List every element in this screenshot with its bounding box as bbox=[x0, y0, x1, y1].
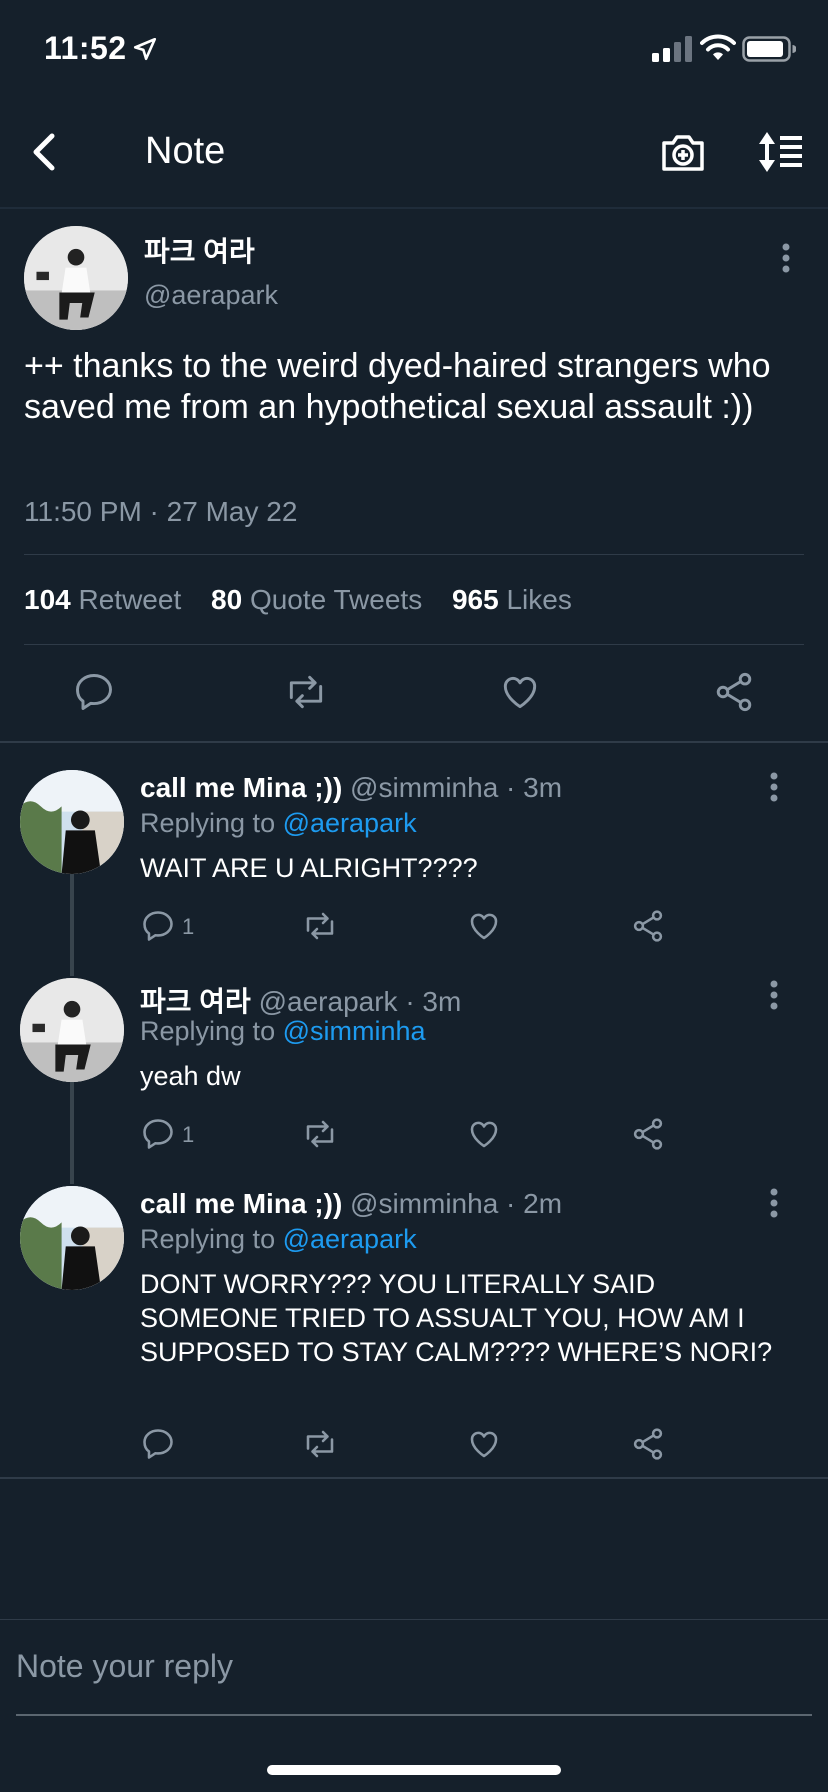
sort-icon[interactable] bbox=[756, 130, 804, 174]
reply-icon[interactable] bbox=[140, 1426, 176, 1462]
replying-to-link[interactable]: @aerapark bbox=[283, 1224, 417, 1254]
replying-to: Replying to @aerapark bbox=[140, 1224, 417, 1255]
reply-author-line: call me Mina ;)) @simminha · 2m bbox=[140, 1188, 562, 1220]
tweet-text: ++ thanks to the weird dyed-haired stran… bbox=[24, 347, 771, 426]
quote-label[interactable]: Quote Tweets bbox=[250, 584, 422, 615]
tweet-stats: 104 Retweet 80 Quote Tweets 965 Likes bbox=[24, 584, 572, 616]
retweet-label[interactable]: Retweet bbox=[79, 584, 182, 615]
retweet-icon[interactable] bbox=[302, 908, 338, 944]
battery-icon bbox=[742, 36, 796, 62]
retweet-icon[interactable] bbox=[302, 1116, 338, 1152]
replying-to-link[interactable]: @aerapark bbox=[283, 808, 417, 838]
reply-icon[interactable] bbox=[72, 670, 116, 714]
like-icon[interactable] bbox=[498, 670, 542, 714]
page-title: Note bbox=[145, 130, 226, 172]
thread-line bbox=[70, 872, 74, 976]
like-count[interactable]: 965 bbox=[452, 584, 499, 615]
divider bbox=[0, 1619, 828, 1620]
reply-input[interactable]: Note your reply bbox=[16, 1648, 233, 1685]
profile-photo-icon bbox=[20, 770, 124, 874]
reply-text: DONT WORRY??? YOU LITERALLY SAID SOMEONE… bbox=[140, 1269, 773, 1367]
like-icon[interactable] bbox=[466, 1426, 502, 1462]
share-icon[interactable] bbox=[712, 670, 756, 714]
quote-count[interactable]: 80 bbox=[211, 584, 242, 615]
camera-plus-icon[interactable] bbox=[660, 130, 706, 174]
more-options-icon[interactable] bbox=[780, 243, 792, 273]
share-icon[interactable] bbox=[630, 908, 666, 944]
replying-to-link[interactable]: @simminha bbox=[283, 1016, 426, 1046]
more-options-icon[interactable] bbox=[768, 980, 780, 1010]
wifi-icon bbox=[700, 34, 736, 60]
divider bbox=[24, 644, 804, 645]
share-icon[interactable] bbox=[630, 1426, 666, 1462]
share-icon[interactable] bbox=[630, 1116, 666, 1152]
signal-icon bbox=[652, 36, 692, 62]
reply-author-name[interactable]: call me Mina ;)) bbox=[140, 772, 342, 803]
more-options-icon[interactable] bbox=[768, 1188, 780, 1218]
status-time: 11:52 bbox=[44, 30, 127, 66]
replying-to: Replying to @simminha bbox=[140, 1016, 426, 1047]
back-arrow-icon[interactable] bbox=[26, 130, 66, 174]
more-options-icon[interactable] bbox=[768, 772, 780, 802]
reply-icon[interactable] bbox=[140, 1116, 176, 1152]
author-handle[interactable]: @aerapark bbox=[144, 280, 278, 311]
tweet-timestamp: 11:50 PM · 27 May 22 bbox=[24, 496, 298, 527]
reply-meta: @aerapark · 3m bbox=[258, 986, 462, 1017]
divider bbox=[24, 554, 804, 555]
reply-author-name[interactable]: call me Mina ;)) bbox=[140, 1188, 342, 1219]
reply-author-line: call me Mina ;)) @simminha · 3m bbox=[140, 772, 562, 804]
reply-icon[interactable] bbox=[140, 908, 176, 944]
avatar[interactable] bbox=[24, 226, 128, 330]
replying-to-label: Replying to bbox=[140, 1224, 276, 1254]
thread-line bbox=[70, 1080, 74, 1184]
reply-meta: @simminha · 3m bbox=[350, 772, 563, 803]
reply-text: yeah dw bbox=[140, 1061, 241, 1091]
replying-to-label: Replying to bbox=[140, 808, 276, 838]
reply-count: 1 bbox=[182, 1122, 195, 1147]
reply-meta: @simminha · 2m bbox=[350, 1188, 563, 1219]
replying-to-label: Replying to bbox=[140, 1016, 276, 1046]
avatar[interactable] bbox=[20, 770, 124, 874]
avatar[interactable] bbox=[20, 978, 124, 1082]
profile-photo-icon bbox=[24, 226, 128, 330]
retweet-icon[interactable] bbox=[302, 1426, 338, 1462]
author-name[interactable]: 파크 여라 bbox=[144, 230, 255, 270]
home-indicator[interactable] bbox=[267, 1765, 561, 1775]
reply-text: WAIT ARE U ALRIGHT???? bbox=[140, 853, 478, 883]
location-arrow-icon bbox=[133, 37, 157, 61]
retweet-icon[interactable] bbox=[284, 670, 328, 714]
header-divider bbox=[0, 207, 828, 209]
like-icon[interactable] bbox=[466, 1116, 502, 1152]
reply-count: 1 bbox=[182, 914, 195, 939]
retweet-count[interactable]: 104 bbox=[24, 584, 71, 615]
reply-author-line: 파크 여라 @aerapark · 3m bbox=[140, 980, 461, 1020]
divider bbox=[0, 1477, 828, 1479]
reply-input-underline bbox=[16, 1714, 812, 1716]
avatar[interactable] bbox=[20, 1186, 124, 1290]
like-label[interactable]: Likes bbox=[506, 584, 571, 615]
profile-photo-icon bbox=[20, 978, 124, 1082]
reply-author-name[interactable]: 파크 여라 bbox=[140, 986, 251, 1017]
replying-to: Replying to @aerapark bbox=[140, 808, 417, 839]
divider bbox=[0, 741, 828, 743]
like-icon[interactable] bbox=[466, 908, 502, 944]
profile-photo-icon bbox=[20, 1186, 124, 1290]
